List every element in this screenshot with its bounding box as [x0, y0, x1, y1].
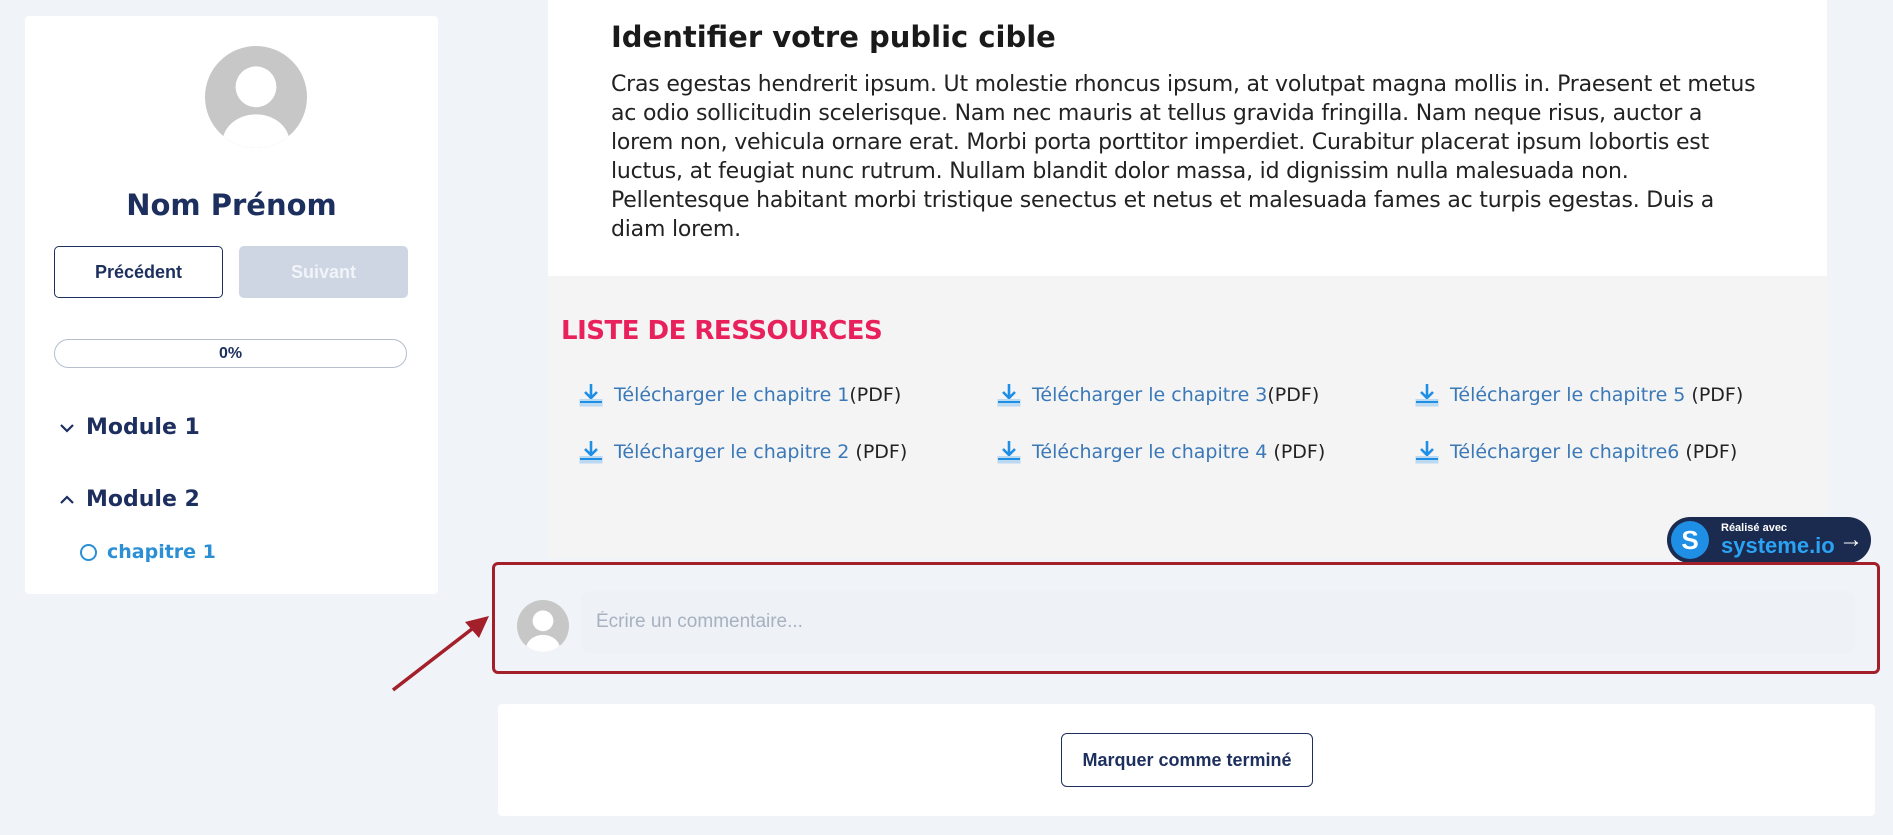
next-button[interactable]: Suivant — [239, 246, 408, 298]
avatar-placeholder-icon — [205, 46, 307, 148]
resource-suffix: (PDF) — [1685, 384, 1744, 406]
resource-link-chapitre-2[interactable]: Télécharger le chapitre 2 (PDF) — [578, 439, 907, 465]
resources-title: LISTE DE RESSOURCES — [561, 316, 883, 346]
module-2-toggle[interactable]: Module 2 — [58, 487, 200, 512]
arrow-right-icon: → — [1839, 526, 1863, 553]
footer-card: Marquer comme terminé — [498, 704, 1875, 816]
download-icon — [579, 384, 603, 407]
systeme-io-badge[interactable]: S Réalisé avec systeme.io → — [1667, 517, 1871, 563]
resource-link-chapitre-1[interactable]: Télécharger le chapitre 1(PDF) — [578, 382, 901, 408]
sidebar: Nom Prénom Précédent Suivant 0% Module 1… — [25, 16, 438, 594]
download-icon — [1415, 441, 1439, 464]
download-icon — [997, 441, 1021, 464]
lesson-title: Identifier votre public cible — [611, 20, 1056, 54]
user-avatar-icon — [517, 600, 569, 652]
chevron-down-icon — [60, 423, 74, 433]
download-icon — [997, 384, 1021, 407]
download-icon — [1415, 384, 1439, 407]
lesson-body: Cras egestas hendrerit ipsum. Ut molesti… — [611, 72, 1756, 242]
chevron-up-icon — [60, 494, 74, 504]
resource-link-chapitre-5[interactable]: Télécharger le chapitre 5 (PDF) — [1414, 382, 1743, 408]
annotation-arrow-icon — [391, 616, 489, 692]
resource-suffix: (PDF) — [1267, 384, 1320, 406]
resource-link-text[interactable]: Télécharger le chapitre6 — [1450, 441, 1679, 463]
resource-link-text[interactable]: Télécharger le chapitre 4 — [1032, 441, 1267, 463]
status-circle-icon — [80, 543, 97, 561]
progress-bar: 0% — [54, 339, 407, 368]
download-icon — [579, 441, 603, 464]
resource-link-chapitre-4[interactable]: Télécharger le chapitre 4 (PDF) — [996, 439, 1325, 465]
resource-link-text[interactable]: Télécharger le chapitre 1 — [614, 384, 849, 406]
module-2-label: Module 2 — [86, 487, 200, 512]
resource-link-text[interactable]: Télécharger le chapitre 2 — [614, 441, 849, 463]
resource-suffix: (PDF) — [849, 441, 908, 463]
module-1-toggle[interactable]: Module 1 — [58, 415, 200, 440]
mark-complete-button[interactable]: Marquer comme terminé — [1061, 733, 1313, 787]
systeme-logo-icon: S — [1671, 521, 1709, 559]
resource-suffix: (PDF) — [849, 384, 902, 406]
module-1-label: Module 1 — [86, 415, 200, 440]
lesson-content: Identifier votre public cible Cras egest… — [548, 0, 1827, 276]
resource-link-text[interactable]: Télécharger le chapitre 5 — [1450, 384, 1685, 406]
progress-text: 0% — [218, 344, 243, 362]
profile-name: Nom Prénom — [126, 188, 337, 222]
badge-brand: systeme.io — [1721, 533, 1835, 558]
resources-section: LISTE DE RESSOURCES Télécharger le chapi… — [548, 276, 1827, 558]
resource-link-text[interactable]: Télécharger le chapitre 3 — [1032, 384, 1267, 406]
chapter-label: chapitre 1 — [107, 541, 216, 563]
resource-link-chapitre-3[interactable]: Télécharger le chapitre 3(PDF) — [996, 382, 1319, 408]
sidebar-item-chapitre-1[interactable]: chapitre 1 — [80, 541, 216, 563]
resource-link-chapitre-6[interactable]: Télécharger le chapitre6 (PDF) — [1414, 439, 1737, 465]
resource-suffix: (PDF) — [1267, 441, 1326, 463]
resource-suffix: (PDF) — [1679, 441, 1738, 463]
previous-button[interactable]: Précédent — [54, 246, 223, 298]
comment-input[interactable] — [581, 591, 1855, 653]
